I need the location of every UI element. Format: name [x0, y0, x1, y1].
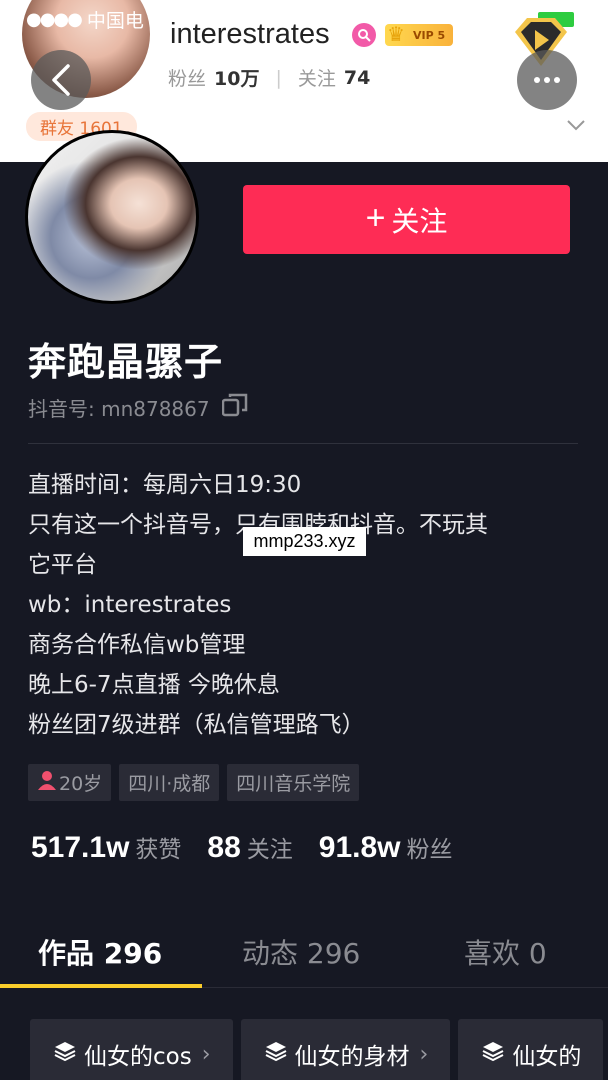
- chevron-right-icon: ›: [201, 1041, 211, 1067]
- tag-age: 20岁: [28, 764, 112, 801]
- more-options-button[interactable]: [517, 50, 577, 110]
- likes-count[interactable]: 517.1w 获赞: [31, 830, 181, 865]
- tag-label: 四川音乐学院: [236, 773, 351, 795]
- section-divider: [28, 443, 578, 444]
- profile-avatar[interactable]: [25, 130, 199, 304]
- douyin-id-row: 抖音号: mn878867: [28, 393, 248, 422]
- following-value: 74: [343, 66, 371, 89]
- collection-label: 仙女的身材: [294, 1044, 410, 1070]
- count-value: 517.1w: [31, 831, 130, 864]
- plus-icon: +: [365, 199, 386, 237]
- profile-nickname: 奔跑晶骡子: [28, 340, 224, 384]
- collections-row: 仙女的cos › 仙女的身材 › 仙女的: [30, 1019, 604, 1080]
- bio-line: 晚上6-7点直播 今晚休息: [28, 672, 280, 698]
- follow-label: 关注: [391, 205, 448, 237]
- carrier-label: 中国电: [86, 10, 144, 32]
- count-label: 获赞: [135, 837, 182, 863]
- layers-icon: [265, 1040, 287, 1068]
- watermark-label: mmp233.xyz: [243, 527, 366, 556]
- followers-count[interactable]: 91.8w 粉丝: [319, 830, 453, 865]
- search-icon[interactable]: [352, 23, 376, 47]
- count-value: 91.8w: [318, 831, 401, 864]
- collection-item[interactable]: 仙女的身材 ›: [240, 1019, 451, 1080]
- avatar-image: [28, 133, 196, 301]
- collection-label: 仙女的cos: [84, 1044, 192, 1070]
- collection-item[interactable]: 仙女的: [458, 1019, 604, 1080]
- chevron-right-icon: ›: [419, 1041, 429, 1067]
- header-username: interestrates: [170, 18, 330, 50]
- collection-item[interactable]: 仙女的cos ›: [30, 1019, 233, 1080]
- tag-location: 四川·成都: [119, 764, 220, 801]
- bio-line: wb：interestrates: [28, 592, 232, 618]
- stats-divider: |: [275, 66, 282, 89]
- following-label: 关注: [297, 68, 336, 90]
- female-icon: [37, 770, 57, 795]
- layers-icon: [54, 1040, 76, 1068]
- douyin-id: 抖音号: mn878867: [28, 397, 210, 421]
- vip-badge: ♛ VIP 5: [385, 22, 454, 46]
- tab-likes[interactable]: 喜欢 0: [464, 932, 547, 972]
- count-label: 粉丝: [406, 837, 453, 863]
- back-button[interactable]: [31, 50, 91, 110]
- bio-line: 粉丝团7级进群（私信管理路飞）: [28, 712, 365, 738]
- signal-icon: ●●●●: [26, 9, 83, 30]
- profile-bio: 直播时间：每周六日19:30 只有这一个抖音号，只有围脖和抖音。不玩其 它平台 …: [28, 465, 578, 745]
- collection-label: 仙女的: [512, 1044, 582, 1070]
- active-tab-indicator: [0, 984, 202, 988]
- profile-tags: 20岁 四川·成都 四川音乐学院: [28, 764, 360, 801]
- copy-icon[interactable]: [221, 393, 248, 422]
- bio-line: 直播时间：每周六日19:30: [28, 472, 302, 498]
- following-count[interactable]: 88 关注: [207, 830, 292, 865]
- follow-button[interactable]: + 关注: [243, 185, 570, 254]
- tag-school: 四川音乐学院: [227, 764, 360, 801]
- chevron-down-icon[interactable]: [566, 116, 586, 135]
- tab-posts[interactable]: 动态 296: [242, 932, 360, 972]
- header-stats: 粉丝 10万 | 关注 74: [168, 64, 370, 91]
- followers-value: 10万: [214, 68, 260, 90]
- count-value: 88: [207, 831, 241, 864]
- status-bar: ●●●● 中国电: [26, 6, 144, 33]
- tag-label: 20岁: [59, 773, 103, 795]
- content-tabs: 作品 296 动态 296 喜欢 0: [0, 924, 608, 988]
- tag-label: 四川·成都: [128, 773, 211, 795]
- bio-line: 商务合作私信wb管理: [28, 632, 246, 658]
- layers-icon: [482, 1040, 504, 1068]
- profile-counts: 517.1w 获赞 88 关注 91.8w 粉丝: [31, 830, 453, 865]
- count-label: 关注: [246, 837, 293, 863]
- crown-icon: ♛: [387, 22, 405, 46]
- followers-label: 粉丝: [168, 68, 207, 90]
- vip-label: VIP 5: [413, 28, 446, 42]
- tab-works[interactable]: 作品 296: [38, 932, 162, 972]
